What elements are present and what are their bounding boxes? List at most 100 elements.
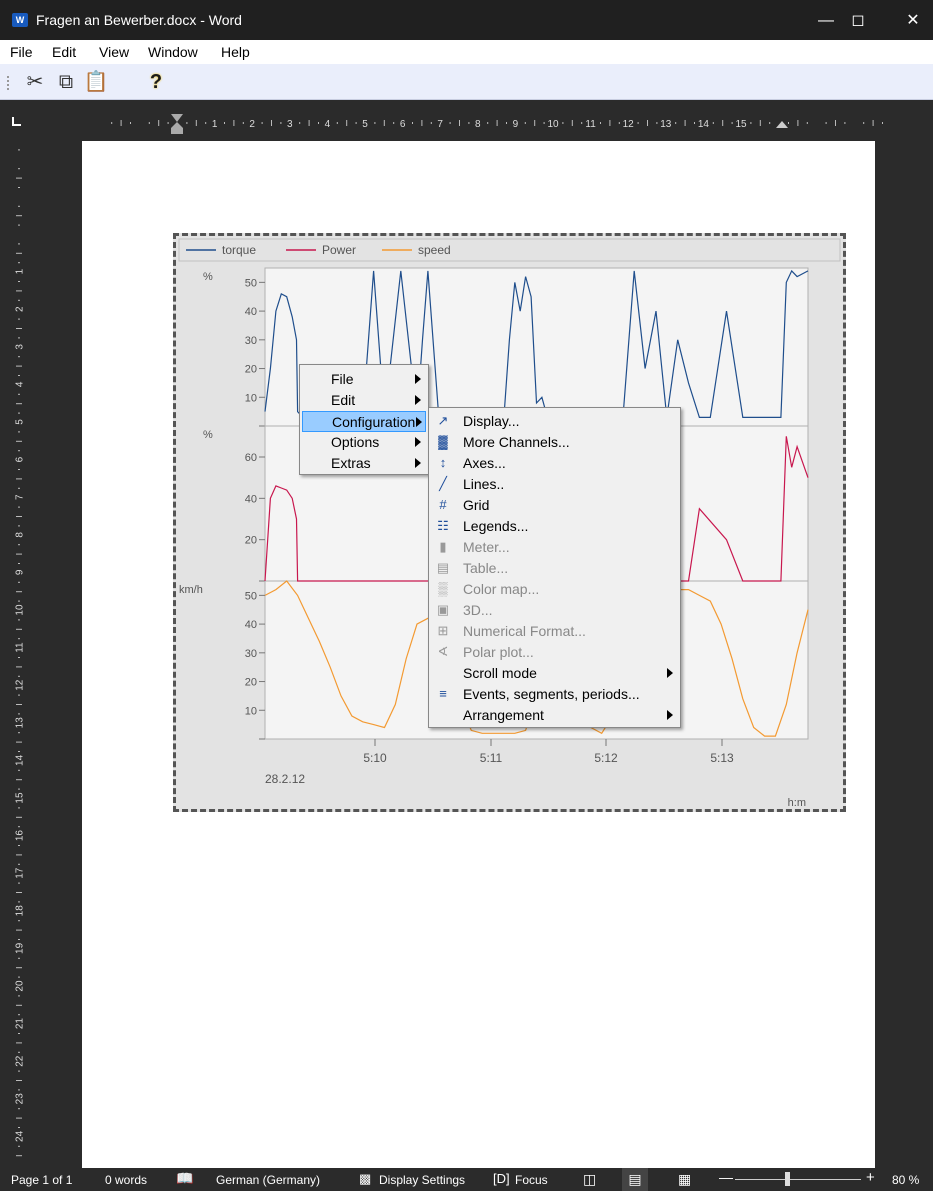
display-settings-button[interactable]: Display Settings xyxy=(379,1173,465,1187)
ruler-tick xyxy=(299,122,301,124)
ruler-label: 23 xyxy=(15,1093,26,1105)
ruler-tick xyxy=(16,1042,22,1044)
zoom-in-button[interactable]: + xyxy=(866,1169,875,1186)
paste-icon[interactable]: 📋 xyxy=(83,69,109,95)
submenu-item-label: Numerical Format... xyxy=(463,623,586,639)
toolbar-grip[interactable] xyxy=(7,76,9,90)
submenu-item-events-segments-periods[interactable]: ≡ Events, segments, periods... xyxy=(431,684,678,705)
ruler-label: 6 xyxy=(15,456,26,462)
meter-icon: ▮ xyxy=(439,539,447,554)
context-menu-item-options[interactable]: Options xyxy=(302,432,426,453)
ruler-tick xyxy=(18,375,20,376)
read-mode-icon[interactable]: ◫ xyxy=(583,1171,596,1188)
minimize-button[interactable]: — xyxy=(811,8,841,34)
submenu-arrow-icon xyxy=(415,374,421,384)
ruler-tick xyxy=(18,506,20,508)
ruler-label: 11 xyxy=(15,642,26,653)
ruler-tick xyxy=(722,120,724,126)
menu-view[interactable]: View xyxy=(99,44,129,60)
submenu-item-grid[interactable]: # Grid xyxy=(431,495,678,516)
help-icon[interactable]: ? xyxy=(143,69,169,95)
submenu-item-label: Axes... xyxy=(463,455,506,471)
maximize-button[interactable]: ◻ xyxy=(843,8,873,34)
submenu-item-scroll-mode[interactable]: Scroll mode xyxy=(431,663,678,684)
submenu-item-lines[interactable]: ╱ Lines.. xyxy=(431,474,678,495)
table-icon: ▤ xyxy=(436,560,450,575)
ruler-tick xyxy=(16,1004,22,1006)
menu-item-label: Extras xyxy=(331,455,371,471)
submenu-item-axes[interactable]: ↕ Axes... xyxy=(431,453,678,474)
ruler-tick xyxy=(18,168,20,170)
zoom-out-button[interactable]: — xyxy=(719,1169,733,1185)
ruler-tick xyxy=(459,120,460,126)
print-layout-icon[interactable]: ▤ xyxy=(622,1168,648,1191)
web-layout-icon[interactable]: ▦ xyxy=(678,1171,691,1188)
ruler-tick xyxy=(506,122,507,124)
submenu-item-legends[interactable]: ☷ Legends... xyxy=(431,516,678,537)
submenu-item-arrangement[interactable]: Arrangement xyxy=(431,705,678,726)
ruler-tick xyxy=(18,732,20,734)
vertical-ruler[interactable]: 1 2 3 4 5 6 7 8 9 10 11 12 13 14 15 16 17 18 19 20 21 22 23 24 xyxy=(0,136,40,1168)
close-button[interactable]: ✕ xyxy=(898,8,928,34)
submenu-item-more-channels[interactable]: ▓ More Channels... xyxy=(431,432,678,453)
proofing-icon[interactable]: 📖 xyxy=(176,1170,193,1187)
ruler-tick xyxy=(18,657,20,658)
focus-button[interactable]: Focus xyxy=(515,1173,548,1187)
menu-edit[interactable]: Edit xyxy=(52,44,76,60)
ruler-tick xyxy=(393,122,395,124)
menu-window[interactable]: Window xyxy=(148,44,198,60)
submenu-item-numerical-format: ⊞ Numerical Format... xyxy=(431,621,678,642)
ruler-tick xyxy=(233,120,235,126)
horizontal-ruler[interactable]: 1 2 3 4 5 6 7 8 9 10 11 12 13 14 15 xyxy=(0,104,933,136)
tab-selector-icon[interactable] xyxy=(12,117,21,126)
submenu-item-label: Polar plot... xyxy=(463,644,534,660)
y-tick-label: 20 xyxy=(245,535,257,547)
ruler-tick xyxy=(18,694,20,696)
ruler-tick xyxy=(18,675,20,677)
zoom-slider-thumb[interactable] xyxy=(785,1172,790,1186)
cut-icon[interactable]: ✂ xyxy=(22,69,48,95)
display-settings-icon[interactable]: ▩ xyxy=(359,1171,371,1187)
ruler-label: 24 xyxy=(15,1130,26,1142)
ruler-tick xyxy=(684,120,686,126)
ruler-tick xyxy=(694,122,695,124)
ruler-label: 9 xyxy=(513,119,519,130)
ruler-tick xyxy=(18,450,20,452)
zoom-slider-track[interactable] xyxy=(735,1179,861,1180)
page-count[interactable]: Page 1 of 1 xyxy=(11,1173,72,1187)
context-menu-item-extras[interactable]: Extras xyxy=(302,453,426,474)
context-menu-item-file[interactable]: File xyxy=(302,369,426,390)
menu-item-label: Options xyxy=(331,434,380,450)
focus-icon[interactable]: [D] xyxy=(493,1171,510,1186)
ruler-label: 7 xyxy=(437,119,443,130)
menu-help[interactable]: Help xyxy=(221,44,250,60)
ruler-tick xyxy=(18,1108,20,1110)
ruler-tick xyxy=(468,122,470,124)
zoom-level[interactable]: 80 % xyxy=(892,1173,919,1187)
legends-icon: ☷ xyxy=(437,518,449,533)
ruler-tick xyxy=(759,120,761,126)
context-menu-item-configuration[interactable]: Configuration xyxy=(302,411,426,432)
ruler-tick xyxy=(18,863,20,865)
ruler-tick xyxy=(543,122,545,124)
word-count[interactable]: 0 words xyxy=(105,1173,147,1187)
ruler-label: 18 xyxy=(15,905,26,917)
channels-icon: ▓ xyxy=(438,434,448,449)
ruler-label: 14 xyxy=(698,119,710,130)
ruler-tick xyxy=(16,215,22,217)
submenu-item-display[interactable]: ↗ Display... xyxy=(431,411,678,432)
copy-icon[interactable]: ⧉ xyxy=(53,69,79,95)
ruler-label: 3 xyxy=(287,119,293,130)
ruler-tick xyxy=(18,412,20,414)
ruler-tick xyxy=(242,122,244,124)
ruler-tick xyxy=(731,122,733,124)
context-menu-item-edit[interactable]: Edit xyxy=(302,390,426,411)
y-tick-label: 20 xyxy=(245,677,257,689)
ruler-tick xyxy=(571,120,573,126)
menu-file[interactable]: File xyxy=(10,44,33,60)
ruler-label: 12 xyxy=(15,679,26,691)
ruler-tick xyxy=(581,122,583,124)
language-status[interactable]: German (Germany) xyxy=(216,1173,320,1187)
3d-icon: ▣ xyxy=(436,602,450,617)
ruler-tick xyxy=(600,122,601,124)
